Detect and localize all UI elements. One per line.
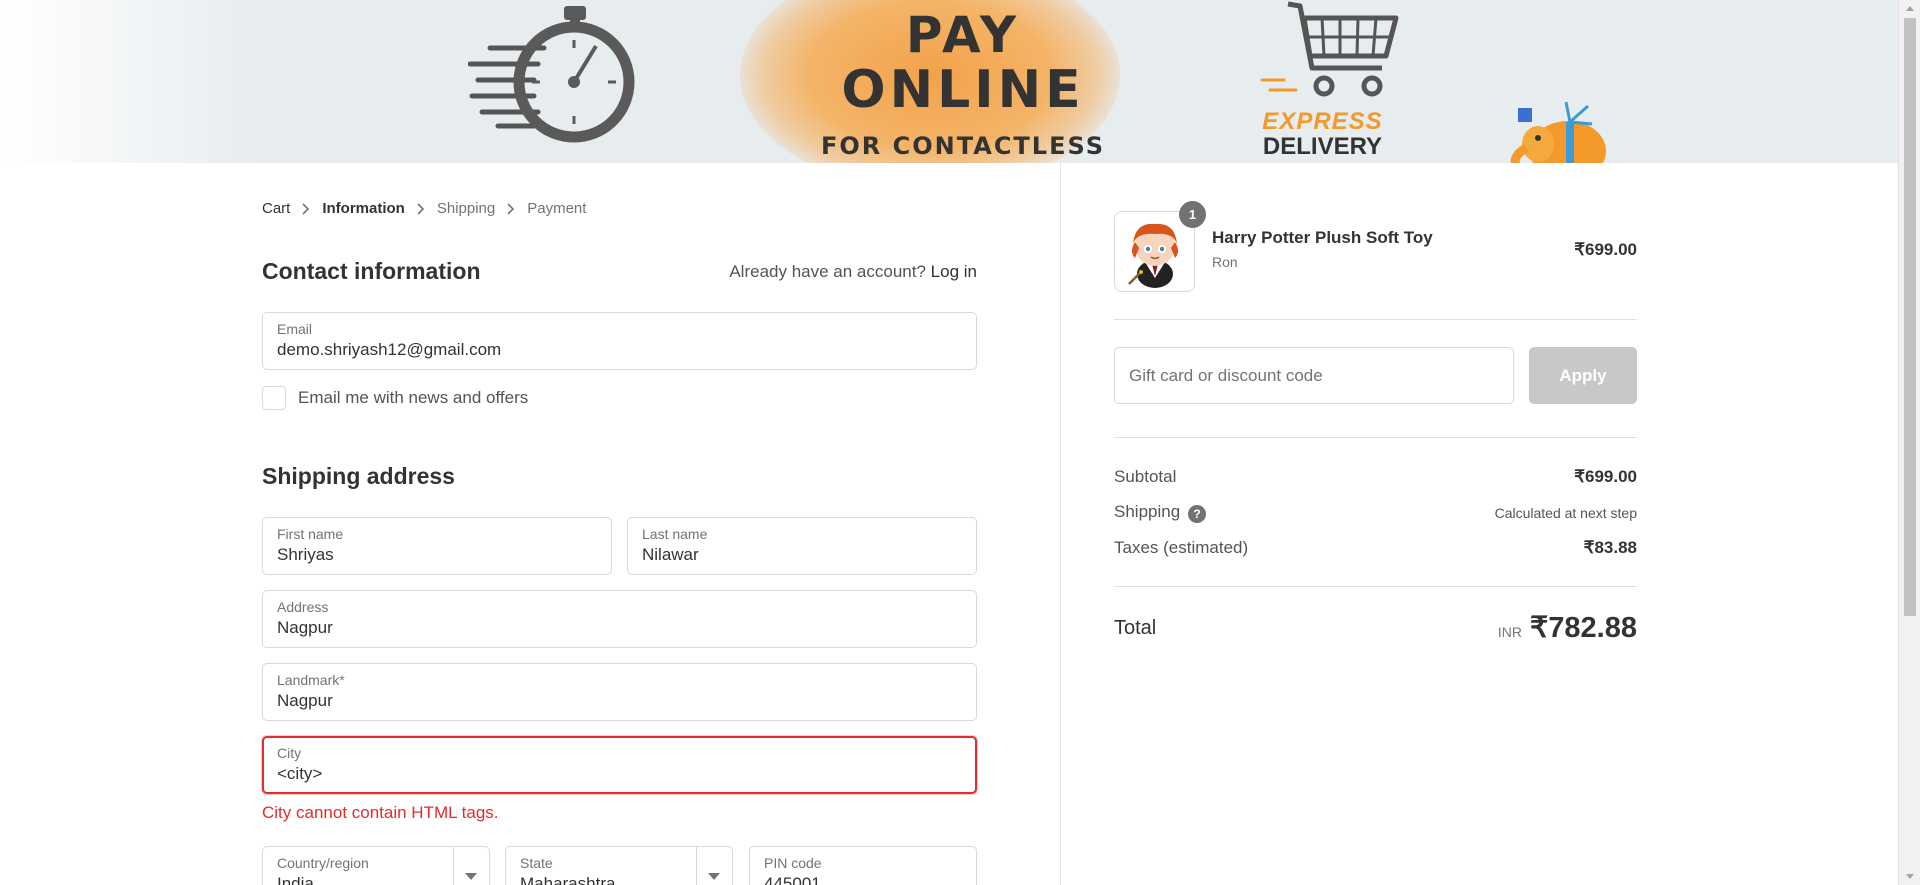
first-name-label: First name [277, 526, 344, 542]
scroll-up-arrow-icon[interactable] [1906, 6, 1914, 11]
delivery-label: DELIVERY [1262, 133, 1383, 160]
address-value[interactable]: Nagpur [277, 618, 333, 638]
banner-headline-online: ONLINE [841, 60, 1085, 120]
last-name-field[interactable]: Last name Nilawar [627, 517, 977, 575]
quantity-badge: 1 [1179, 201, 1206, 228]
newsletter-label[interactable]: Email me with news and offers [298, 388, 528, 408]
shipping-value: Calculated at next step [1494, 505, 1637, 521]
country-select[interactable]: Country/region India [262, 846, 490, 885]
city-field[interactable]: City <city> [262, 736, 977, 794]
chevron-right-icon [507, 202, 515, 215]
contact-information-heading: Contact information [262, 258, 481, 284]
email-label: Email [277, 321, 313, 337]
state-select[interactable]: State Maharashtra [505, 846, 733, 885]
pin-code-value[interactable]: 445001 [764, 874, 821, 885]
address-field[interactable]: Address Nagpur [262, 590, 977, 648]
state-caret-area[interactable] [696, 847, 732, 885]
breadcrumb-cart[interactable]: Cart [262, 200, 290, 217]
last-name-label: Last name [642, 526, 708, 542]
state-value[interactable]: Maharashtra [520, 874, 615, 885]
account-prompt-text: Already have an account? [729, 262, 926, 281]
country-value[interactable]: India [277, 874, 314, 885]
discount-code-input[interactable]: Gift card or discount code [1114, 347, 1514, 404]
log-in-link[interactable]: Log in [931, 262, 977, 281]
breadcrumb-payment: Payment [527, 200, 587, 217]
chevron-down-icon [465, 873, 477, 880]
chevron-right-icon [302, 202, 310, 215]
banner-subheadline: FOR CONTACTLESS DELIVERY [821, 132, 1105, 163]
scrollbar-thumb[interactable] [1904, 18, 1916, 616]
banner-headline-pay: PAY [905, 6, 1021, 64]
email-value[interactable]: demo.shriyash12@gmail.com [277, 340, 501, 360]
question-mark-icon[interactable]: ? [1188, 505, 1206, 523]
shipping-address-heading: Shipping address [262, 463, 455, 489]
product-variant: Ron [1212, 254, 1238, 270]
city-value[interactable]: <city> [277, 764, 322, 784]
subtotal-value: ₹699.00 [1574, 467, 1637, 486]
elephant-mascot-icon [1510, 101, 1606, 163]
breadcrumb: Cart Information Shipping Payment [262, 200, 586, 217]
scroll-down-arrow-icon[interactable] [1906, 874, 1914, 879]
summary-divider [1114, 437, 1637, 438]
landmark-value[interactable]: Nagpur [277, 691, 333, 711]
newsletter-checkbox[interactable] [262, 386, 286, 410]
taxes-label: Taxes (estimated) [1114, 538, 1249, 557]
subtotal-label: Subtotal [1114, 467, 1177, 486]
account-login-prompt: Already have an account? Log in [680, 262, 977, 282]
pin-code-field[interactable]: PIN code 445001 [749, 846, 977, 885]
taxes-value: ₹83.88 [1583, 538, 1637, 557]
summary-divider [1114, 586, 1637, 587]
total-value: ₹782.88 [1529, 612, 1637, 644]
express-label: EXPRESS [1262, 108, 1383, 135]
breadcrumb-shipping: Shipping [436, 200, 496, 217]
shipping-label: Shipping [1114, 502, 1181, 521]
shopping-cart-icon [1260, 1, 1399, 97]
chevron-down-icon [708, 873, 720, 880]
pin-code-label: PIN code [764, 855, 822, 871]
product-name: Harry Potter Plush Soft Toy [1212, 228, 1433, 247]
email-field[interactable]: Email demo.shriyash12@gmail.com [262, 312, 977, 370]
chevron-right-icon [417, 202, 425, 215]
apply-button[interactable]: Apply [1529, 347, 1637, 404]
address-label: Address [277, 599, 329, 615]
page-scrollbar[interactable] [1898, 0, 1920, 885]
promo-banner: PAY ONLINE FOR CONTACTLESS DELIVERY EXPR… [0, 0, 1898, 163]
landmark-label: Landmark* [277, 672, 345, 688]
banner-fade [0, 0, 260, 163]
city-label: City [277, 745, 302, 761]
last-name-value[interactable]: Nilawar [642, 545, 699, 565]
first-name-value[interactable]: Shriyas [277, 545, 334, 565]
country-label: Country/region [277, 855, 369, 871]
stopwatch-icon [468, 6, 635, 143]
newsletter-option[interactable]: Email me with news and offers [262, 386, 528, 410]
landmark-field[interactable]: Landmark* Nagpur [262, 663, 977, 721]
total-currency: INR [1497, 624, 1522, 640]
total-label: Total [1114, 617, 1157, 639]
country-caret-area[interactable] [453, 847, 489, 885]
summary-divider [1114, 319, 1637, 320]
first-name-field[interactable]: First name Shriyas [262, 517, 612, 575]
breadcrumb-information: Information [322, 200, 405, 217]
product-price: ₹699.00 [1574, 240, 1637, 259]
state-label: State [520, 855, 553, 871]
city-error-message: City cannot contain HTML tags. [262, 803, 499, 822]
